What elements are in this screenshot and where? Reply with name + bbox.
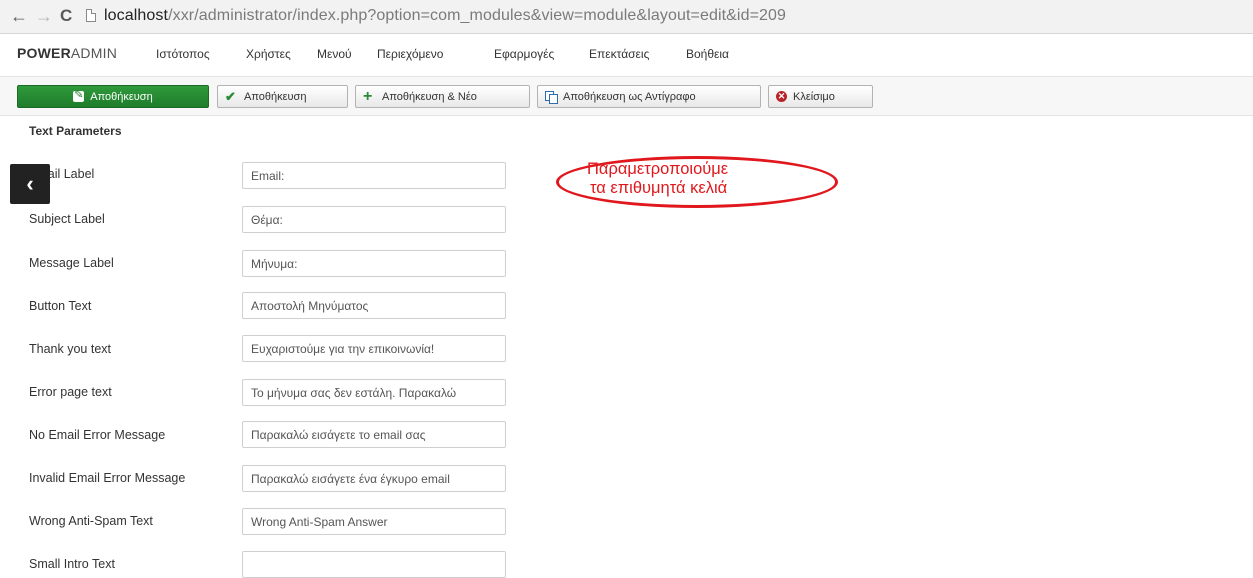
- field-label-button-text: Button Text: [29, 299, 92, 313]
- subject-label-input[interactable]: [242, 206, 506, 233]
- thank-you-text-input[interactable]: [242, 335, 506, 362]
- save-label: Αποθήκευση: [244, 90, 307, 103]
- field-label-invalid-email-error: Invalid Email Error Message: [29, 471, 186, 485]
- brand-light: ADMIN: [70, 45, 118, 61]
- error-page-text-input[interactable]: [242, 379, 506, 406]
- wrong-anti-spam-input[interactable]: [242, 508, 506, 535]
- save-copy-button[interactable]: Αποθήκευση ως Αντίγραφο: [537, 85, 761, 108]
- save-new-button[interactable]: + Αποθήκευση & Νέο: [355, 85, 530, 108]
- brand-bold: POWER: [17, 45, 71, 61]
- save-copy-label: Αποθήκευση ως Αντίγραφο: [563, 90, 696, 103]
- annotation-line-1: Παραμετροποιούμε: [587, 160, 729, 178]
- check-icon: ✔: [225, 89, 236, 104]
- close-button[interactable]: ✕ Κλείσιμο: [768, 85, 873, 108]
- small-intro-text-input[interactable]: [242, 551, 506, 578]
- section-title: Text Parameters: [29, 124, 122, 138]
- back-arrow-icon[interactable]: ←: [10, 6, 28, 26]
- field-label-small-intro: Small Intro Text: [29, 557, 115, 571]
- edit-icon: [73, 88, 85, 102]
- menu-item-content[interactable]: Περιεχόμενο: [377, 47, 443, 61]
- annotation-text: Παραμετροποιούμε τα επιθυμητά κελιά: [587, 160, 817, 198]
- forward-arrow-icon[interactable]: →: [35, 6, 53, 26]
- url-path: /xxr/administrator/index.php?option=com_…: [168, 7, 787, 24]
- field-label-error-page: Error page text: [29, 385, 112, 399]
- menu-item-site[interactable]: Ιστότοπος: [156, 47, 210, 61]
- save-edit-button[interactable]: Αποθήκευση: [17, 85, 209, 108]
- email-label-input[interactable]: [242, 162, 506, 189]
- copy-icon: [545, 91, 558, 104]
- field-label-thank-you: Thank you text: [29, 342, 111, 356]
- message-label-input[interactable]: [242, 250, 506, 277]
- browser-toolbar: ← → C localhost/xxr/administrator/index.…: [0, 0, 1253, 34]
- field-label-subject: Subject Label: [29, 212, 105, 226]
- field-label-message: Message Label: [29, 256, 114, 270]
- field-label-wrong-anti-spam: Wrong Anti-Spam Text: [29, 514, 153, 528]
- reload-icon[interactable]: C: [60, 6, 72, 26]
- no-email-error-input[interactable]: [242, 421, 506, 448]
- close-icon: ✕: [776, 91, 787, 102]
- action-toolbar: Αποθήκευση ✔ Αποθήκευση + Αποθήκευση & Ν…: [0, 76, 1253, 116]
- menu-item-menus[interactable]: Μενού: [317, 47, 352, 61]
- address-bar[interactable]: localhost/xxr/administrator/index.php?op…: [104, 7, 786, 25]
- plus-icon: +: [363, 88, 373, 105]
- save-new-label: Αποθήκευση & Νέο: [382, 90, 477, 103]
- chevron-left-icon[interactable]: ‹: [10, 164, 50, 204]
- brand-logo[interactable]: POWERADMIN: [17, 45, 117, 61]
- button-text-input[interactable]: [242, 292, 506, 319]
- menu-item-users[interactable]: Χρήστες: [246, 47, 291, 61]
- close-label: Κλείσιμο: [793, 90, 835, 103]
- save-edit-label: Αποθήκευση: [90, 90, 153, 103]
- menu-item-help[interactable]: Βοήθεια: [686, 47, 729, 61]
- admin-menubar: POWERADMIN Ιστότοπος Χρήστες Μενού Περιε…: [0, 34, 1253, 76]
- invalid-email-error-input[interactable]: [242, 465, 506, 492]
- field-label-no-email-error: No Email Error Message: [29, 428, 166, 442]
- url-host: localhost: [104, 7, 169, 24]
- save-button[interactable]: ✔ Αποθήκευση: [217, 85, 348, 108]
- menu-item-components[interactable]: Εφαρμογές: [494, 47, 554, 61]
- menu-item-extensions[interactable]: Επεκτάσεις: [589, 47, 649, 61]
- page-icon: [86, 9, 96, 22]
- annotation-line-2: τα επιθυμητά κελιά: [590, 179, 728, 197]
